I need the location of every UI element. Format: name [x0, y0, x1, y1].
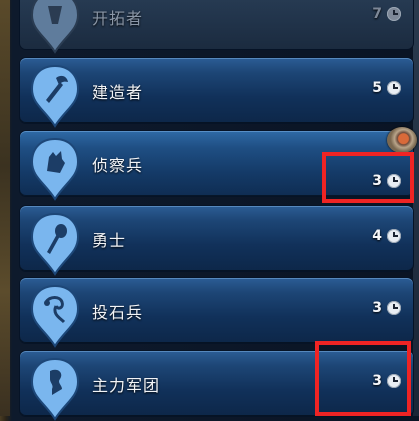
unit-name: 投石兵 [92, 303, 144, 322]
turns-count: 3 [372, 300, 382, 316]
unit-name: 侦察兵 [92, 156, 144, 175]
builder-icon [30, 64, 80, 128]
warrior-icon [30, 212, 80, 276]
clock-icon [387, 301, 401, 315]
unit-name: 勇士 [92, 231, 127, 250]
highlight-box-scout-turns [322, 152, 414, 203]
production-item-settler[interactable]: 开拓者 7 [20, 0, 413, 54]
highlight-box-corps-turns [315, 341, 411, 416]
turns-indicator: 4 [372, 228, 401, 244]
turns-count: 7 [372, 6, 382, 22]
turns-indicator: 5 [372, 80, 401, 96]
turns-count: 5 [372, 80, 382, 96]
settler-icon [30, 0, 80, 54]
turns-indicator: 3 [372, 300, 401, 316]
production-item-builder[interactable]: 建造者 5 [20, 58, 413, 128]
slinger-icon [30, 284, 80, 348]
clock-icon [387, 229, 401, 243]
clock-icon [387, 81, 401, 95]
unit-name: 开拓者 [92, 9, 144, 28]
recommended-advisor-icon [387, 127, 417, 153]
production-item-slinger[interactable]: 投石兵 3 [20, 278, 413, 348]
scout-icon [30, 137, 80, 201]
turns-count: 4 [372, 228, 382, 244]
unit-name: 建造者 [92, 83, 144, 102]
unit-name: 主力军团 [92, 376, 161, 395]
corps-icon [30, 357, 80, 421]
turns-indicator: 7 [372, 6, 401, 22]
clock-icon [387, 7, 401, 21]
production-item-warrior[interactable]: 勇士 4 [20, 206, 413, 276]
